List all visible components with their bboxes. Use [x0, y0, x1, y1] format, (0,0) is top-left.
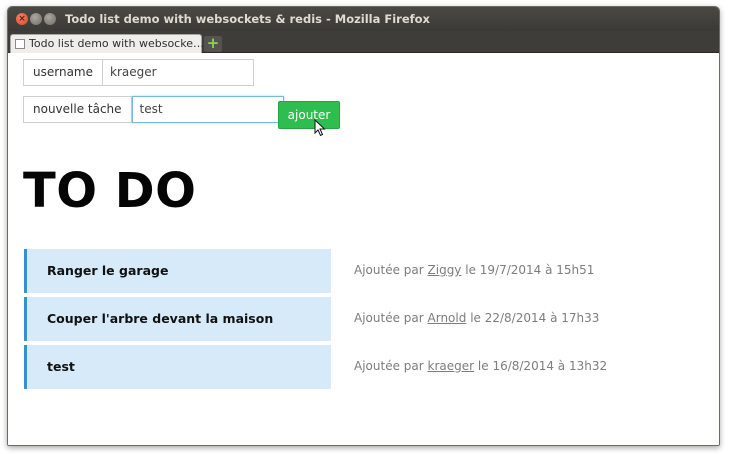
task-item: Couper l'arbre devant la maison [24, 297, 331, 341]
maximize-window-icon[interactable] [44, 13, 56, 25]
task-meta: Ajoutée par kraeger le 16/8/2014 à 13h32 [354, 359, 607, 373]
minimize-window-icon[interactable] [30, 13, 42, 25]
task-item: Ranger le garage [24, 249, 331, 293]
task-meta: Ajoutée par Arnold le 22/8/2014 à 17h33 [354, 311, 599, 325]
new-task-input[interactable]: test [131, 96, 284, 123]
author-link[interactable]: kraeger [428, 359, 475, 373]
task-meta: Ajoutée par Ziggy le 19/7/2014 à 15h51 [354, 263, 594, 277]
tab-strip: Todo list demo with websocke… + [8, 31, 719, 53]
task-text: Ranger le garage [47, 263, 169, 278]
meta-date: le 16/8/2014 à 13h32 [477, 359, 608, 373]
new-tab-plus-icon[interactable]: + [204, 36, 222, 52]
meta-prefix: Ajoutée par [354, 263, 424, 277]
username-input[interactable]: kraeger [103, 59, 254, 86]
page-content: username kraeger nouvelle tâche test ajo… [8, 53, 719, 445]
browser-window: × Todo list demo with websockets & redis… [7, 6, 720, 446]
new-task-group: nouvelle tâche test [23, 96, 284, 123]
mouse-pointer-icon [314, 119, 326, 137]
close-window-icon[interactable]: × [16, 13, 28, 25]
tab-label: Todo list demo with websocke… [29, 37, 204, 50]
new-task-label: nouvelle tâche [23, 96, 132, 123]
meta-prefix: Ajoutée par [354, 311, 424, 325]
username-group: username kraeger [23, 59, 254, 86]
window-title: Todo list demo with websockets & redis -… [65, 12, 430, 26]
tab-todo-list[interactable]: Todo list demo with websocke… [10, 34, 204, 53]
add-task-button[interactable]: ajouter [278, 101, 340, 129]
meta-prefix: Ajoutée par [354, 359, 424, 373]
task-text: test [47, 359, 75, 374]
username-label: username [23, 59, 103, 86]
page-icon [15, 39, 25, 49]
author-link[interactable]: Ziggy [428, 263, 462, 277]
meta-date: le 22/8/2014 à 17h33 [470, 311, 600, 325]
task-item: test [24, 345, 331, 389]
task-text: Couper l'arbre devant la maison [47, 311, 274, 326]
page-title: TO DO [23, 163, 197, 219]
title-bar: × Todo list demo with websockets & redis… [8, 7, 719, 31]
author-link[interactable]: Arnold [428, 311, 467, 325]
meta-date: le 19/7/2014 à 15h51 [465, 263, 595, 277]
